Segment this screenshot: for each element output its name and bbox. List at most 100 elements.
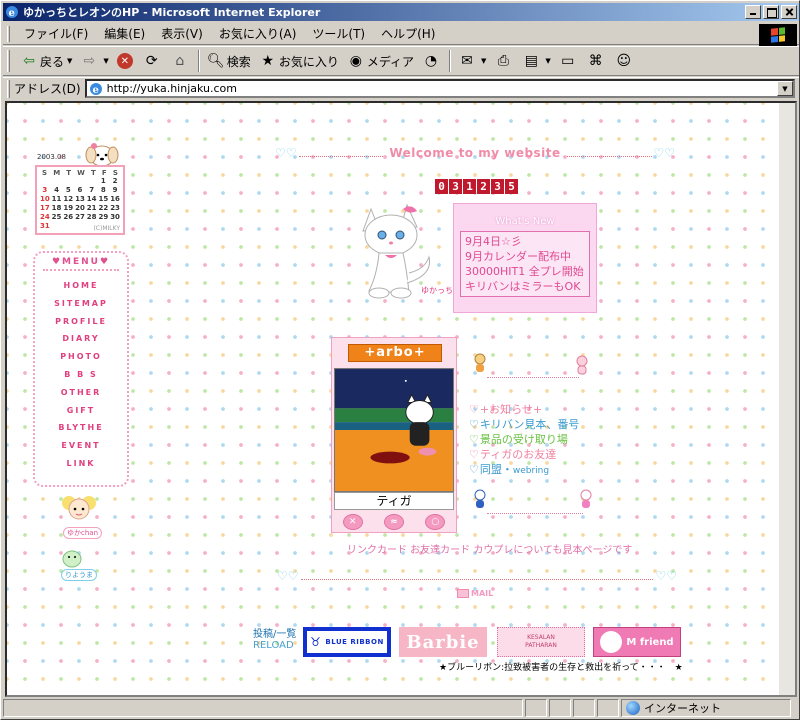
calendar-day: 28 bbox=[86, 213, 97, 221]
ribbon-icon: ♉︎ bbox=[310, 635, 322, 649]
side-menu: ♥MENU♥ HOME SITEMAP PROFILE DIARY PHOTO … bbox=[33, 251, 129, 487]
calendar-days: 1 2 3 4 5 6 7 8 9 10 11 12 13 14 15 16 17 18 19 20 21 22 23 24 2… bbox=[39, 177, 121, 231]
calendar-day: 1 bbox=[100, 177, 106, 185]
favorites-icon: ★ bbox=[261, 53, 275, 69]
ryouma-label[interactable]: りようま bbox=[61, 569, 97, 581]
calendar-day bbox=[39, 177, 50, 186]
back-button[interactable]: ⇦ 戻る ▼ bbox=[16, 49, 76, 73]
tarbot-pet-widget[interactable]: +arbo+ ティガ ✕ ≈ ○ bbox=[331, 337, 457, 533]
pet-name: ティガ bbox=[334, 492, 454, 510]
bbs-list-link[interactable]: 投稿/一覧 bbox=[253, 629, 296, 640]
hit-counter: 0 3 1 2 3 5 bbox=[435, 179, 518, 194]
calendar-day: 30 bbox=[110, 213, 120, 221]
media-button[interactable]: ◉ メディア bbox=[343, 49, 418, 73]
tarbot-button-right[interactable]: ○ bbox=[425, 514, 446, 530]
maximize-button[interactable] bbox=[763, 5, 779, 19]
hearts-icon: ♡♡ bbox=[275, 146, 297, 160]
girl-character-icon[interactable] bbox=[59, 495, 99, 525]
mail-link[interactable]: MAIL bbox=[457, 589, 493, 598]
menu-sitemap[interactable]: SITEMAP bbox=[35, 295, 127, 313]
ie-icon: e bbox=[6, 6, 18, 19]
menu-bbs[interactable]: B B S bbox=[35, 366, 127, 384]
menu-photo[interactable]: PHOTO bbox=[35, 348, 127, 366]
news-item: 9月4日☆彡 bbox=[465, 235, 522, 248]
info-link-prizes[interactable]: ♡景品の受け取り場 bbox=[469, 431, 568, 447]
vertical-scrollbar[interactable] bbox=[779, 103, 795, 695]
menu-event[interactable]: EVENT bbox=[35, 437, 127, 455]
info-link-friends[interactable]: ♡ティガのお友達 bbox=[469, 446, 556, 462]
dropdown-arrow-icon: ▼ bbox=[103, 57, 109, 65]
forward-button[interactable]: ⇨ ▼ bbox=[76, 49, 112, 73]
menu-help[interactable]: ヘルプ(H) bbox=[373, 25, 443, 42]
info-link-alliance[interactable]: ♡同盟・webring bbox=[469, 461, 549, 477]
print-button[interactable]: ⎙ bbox=[490, 49, 518, 73]
bbs-links[interactable]: 投稿/一覧 RELOAD bbox=[253, 629, 296, 651]
discuss-button[interactable]: ▭ bbox=[555, 49, 583, 73]
mail-button[interactable]: ✉ ▼ bbox=[454, 49, 490, 73]
menu-home[interactable]: HOME bbox=[35, 277, 127, 295]
calendar-credit: (C)MILKY bbox=[93, 225, 120, 232]
edit-button[interactable]: ▤ ▼ bbox=[518, 49, 554, 73]
calendar-day bbox=[86, 177, 97, 186]
toolbar-grip[interactable] bbox=[7, 50, 10, 72]
menu-tools[interactable]: ツール(T) bbox=[304, 25, 373, 42]
blue-ribbon-banner[interactable]: ♉︎ BLUE RIBBON bbox=[303, 627, 391, 657]
status-text bbox=[3, 699, 523, 717]
mail-icon: ✉ bbox=[461, 53, 473, 69]
calendar-day: 26 bbox=[63, 213, 74, 221]
menu-link[interactable]: LINK bbox=[35, 455, 127, 473]
menu-favorites[interactable]: お気に入り(A) bbox=[211, 25, 305, 42]
kesalan-banner[interactable]: KESALAN PATHARAN bbox=[497, 627, 585, 657]
home-button[interactable]: ⌂ bbox=[167, 49, 195, 73]
menu-file[interactable]: ファイル(F) bbox=[16, 25, 96, 42]
menu-view[interactable]: 表示(V) bbox=[153, 25, 211, 42]
toolbar-grip[interactable] bbox=[7, 79, 10, 98]
chick-character-icon[interactable] bbox=[57, 545, 87, 569]
address-input[interactable]: e http://yuka.hinjaku.com ▼ bbox=[84, 79, 795, 98]
discuss-icon: ▭ bbox=[561, 53, 575, 69]
friend-banner[interactable]: M friend bbox=[593, 627, 681, 657]
favorites-button[interactable]: ★ お気に入り bbox=[255, 49, 343, 73]
tarbot-caption: リンクカード お友達カード カウプレについても見本ページです bbox=[347, 545, 633, 556]
envelope-icon bbox=[457, 589, 469, 598]
address-dropdown-button[interactable]: ▼ bbox=[777, 81, 793, 96]
menu-other[interactable]: OTHER bbox=[35, 384, 127, 402]
home-icon: ⌂ bbox=[175, 53, 185, 69]
menu-edit[interactable]: 編集(E) bbox=[96, 25, 153, 42]
research-button[interactable]: ⌘ bbox=[583, 49, 611, 73]
calendar-week: 17 18 19 20 21 22 23 bbox=[39, 204, 121, 213]
info-links: ♡+お知らせ+ ♡キリバン見本、番号 ♡景品の受け取り場 ♡ティガのお友達 ♡同… bbox=[469, 353, 629, 523]
barbie-banner[interactable]: Barbie bbox=[399, 627, 487, 657]
stop-button[interactable]: ✕ bbox=[113, 49, 139, 73]
search-button[interactable]: 🔍︎ 検索 bbox=[203, 49, 255, 73]
refresh-button[interactable]: ⟳ bbox=[139, 49, 167, 73]
close-button[interactable] bbox=[781, 5, 797, 19]
messenger-icon: ☺ bbox=[616, 53, 632, 69]
whats-new-title: What's New bbox=[495, 216, 555, 227]
history-button[interactable]: ◔ bbox=[418, 49, 446, 73]
status-bar: インターネット bbox=[3, 699, 799, 719]
toolbar-grip[interactable] bbox=[7, 25, 10, 42]
minimize-button[interactable] bbox=[745, 5, 761, 19]
yukachan-label[interactable]: ゆかchan bbox=[63, 527, 103, 539]
tarbot-button-middle[interactable]: ≈ bbox=[383, 514, 404, 530]
calendar-day: 22 bbox=[98, 204, 109, 212]
bbs-reload-link[interactable]: RELOAD bbox=[253, 640, 296, 651]
bunny-icon bbox=[600, 631, 623, 653]
info-link-notice[interactable]: ♡+お知らせ+ bbox=[469, 401, 542, 417]
footer-divider: ♡♡ ♡♡ bbox=[277, 569, 677, 583]
messenger-button[interactable]: ☺ bbox=[611, 49, 639, 73]
menu-blythe[interactable]: BLYTHE bbox=[35, 419, 127, 437]
calendar-day: 27 bbox=[75, 213, 85, 221]
blue-ribbon-note: ★ブルーリボン:拉致被害者の生存と救出を祈って・・・ ★ゆか bbox=[439, 663, 684, 673]
calendar-day: 25 bbox=[51, 213, 62, 221]
whats-new-box: What's New 9月4日☆彡 9月カレンダー配布中 30000HIT1 全… bbox=[453, 203, 597, 313]
info-link-kiriban[interactable]: ♡キリバン見本、番号 bbox=[469, 416, 579, 432]
tarbot-button-left[interactable]: ✕ bbox=[342, 514, 363, 530]
menu-gift[interactable]: GIFT bbox=[35, 402, 127, 420]
calendar-day: 14 bbox=[86, 195, 97, 203]
menu-profile[interactable]: PROFILE bbox=[35, 313, 127, 331]
forward-arrow-icon: ⇨ bbox=[83, 53, 96, 69]
cat-signature: ゆかっち bbox=[421, 286, 453, 295]
menu-diary[interactable]: DIARY bbox=[35, 330, 127, 348]
